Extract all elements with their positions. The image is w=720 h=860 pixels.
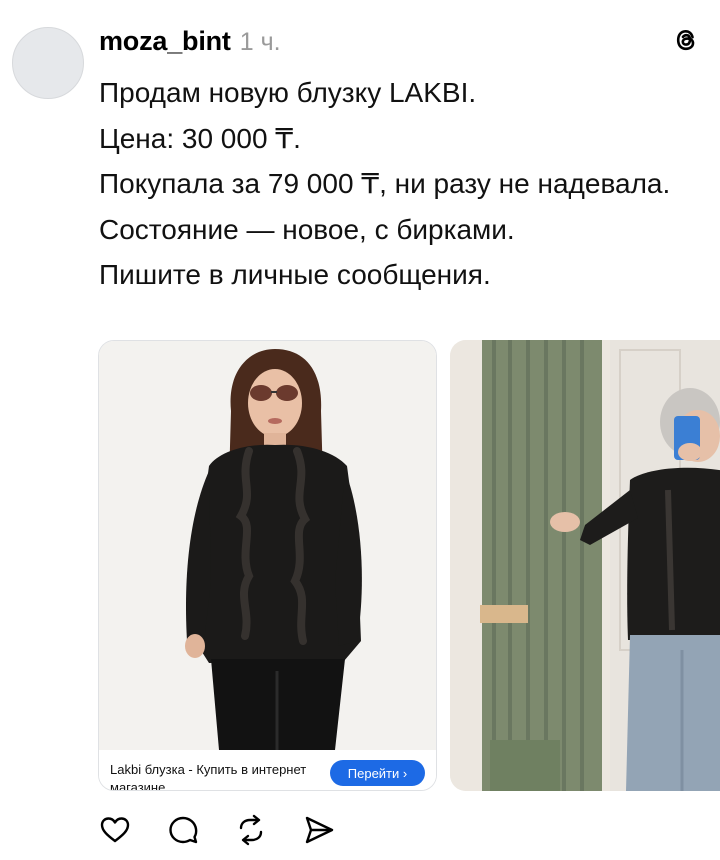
repost-icon[interactable] [234,813,268,847]
mirror-selfie-illustration [450,340,720,791]
threads-logo-icon[interactable] [671,25,701,55]
post-line: Цена: 30 000 ₸. [99,122,301,154]
post-header: moza_bint 1 ч. [99,26,281,57]
post-time: 1 ч. [239,28,281,56]
product-photo[interactable] [99,341,436,750]
card-footer[interactable]: Lakbi блузка - Купить в интернет магазин… [99,750,436,790]
share-icon[interactable] [302,813,336,847]
comment-icon[interactable] [166,813,200,847]
post-line: Состояние — новое, с бирками. [99,213,515,245]
post-text: Продам новую блузку LAKBI. Цена: 30 000 … [99,70,699,298]
go-button[interactable]: Перейти › [330,760,425,786]
username[interactable]: moza_bint [99,26,231,57]
post-line: Покупала за 79 000 ₸, ни разу не надевал… [99,168,671,199]
avatar[interactable] [12,27,84,99]
link-preview-card[interactable]: Lakbi блузка - Купить в интернет магазин… [98,340,437,791]
post-line: Продам новую блузку LAKBI. [99,77,477,108]
heart-icon[interactable] [98,813,132,847]
link-title[interactable]: Lakbi блузка - Купить в интернет магазин… [110,761,310,790]
model-illustration [99,341,436,750]
media-carousel[interactable]: Lakbi блузка - Купить в интернет магазин… [98,340,720,793]
second-photo[interactable] [450,340,720,791]
post-line: Пишите в личные сообщения. [99,259,491,290]
